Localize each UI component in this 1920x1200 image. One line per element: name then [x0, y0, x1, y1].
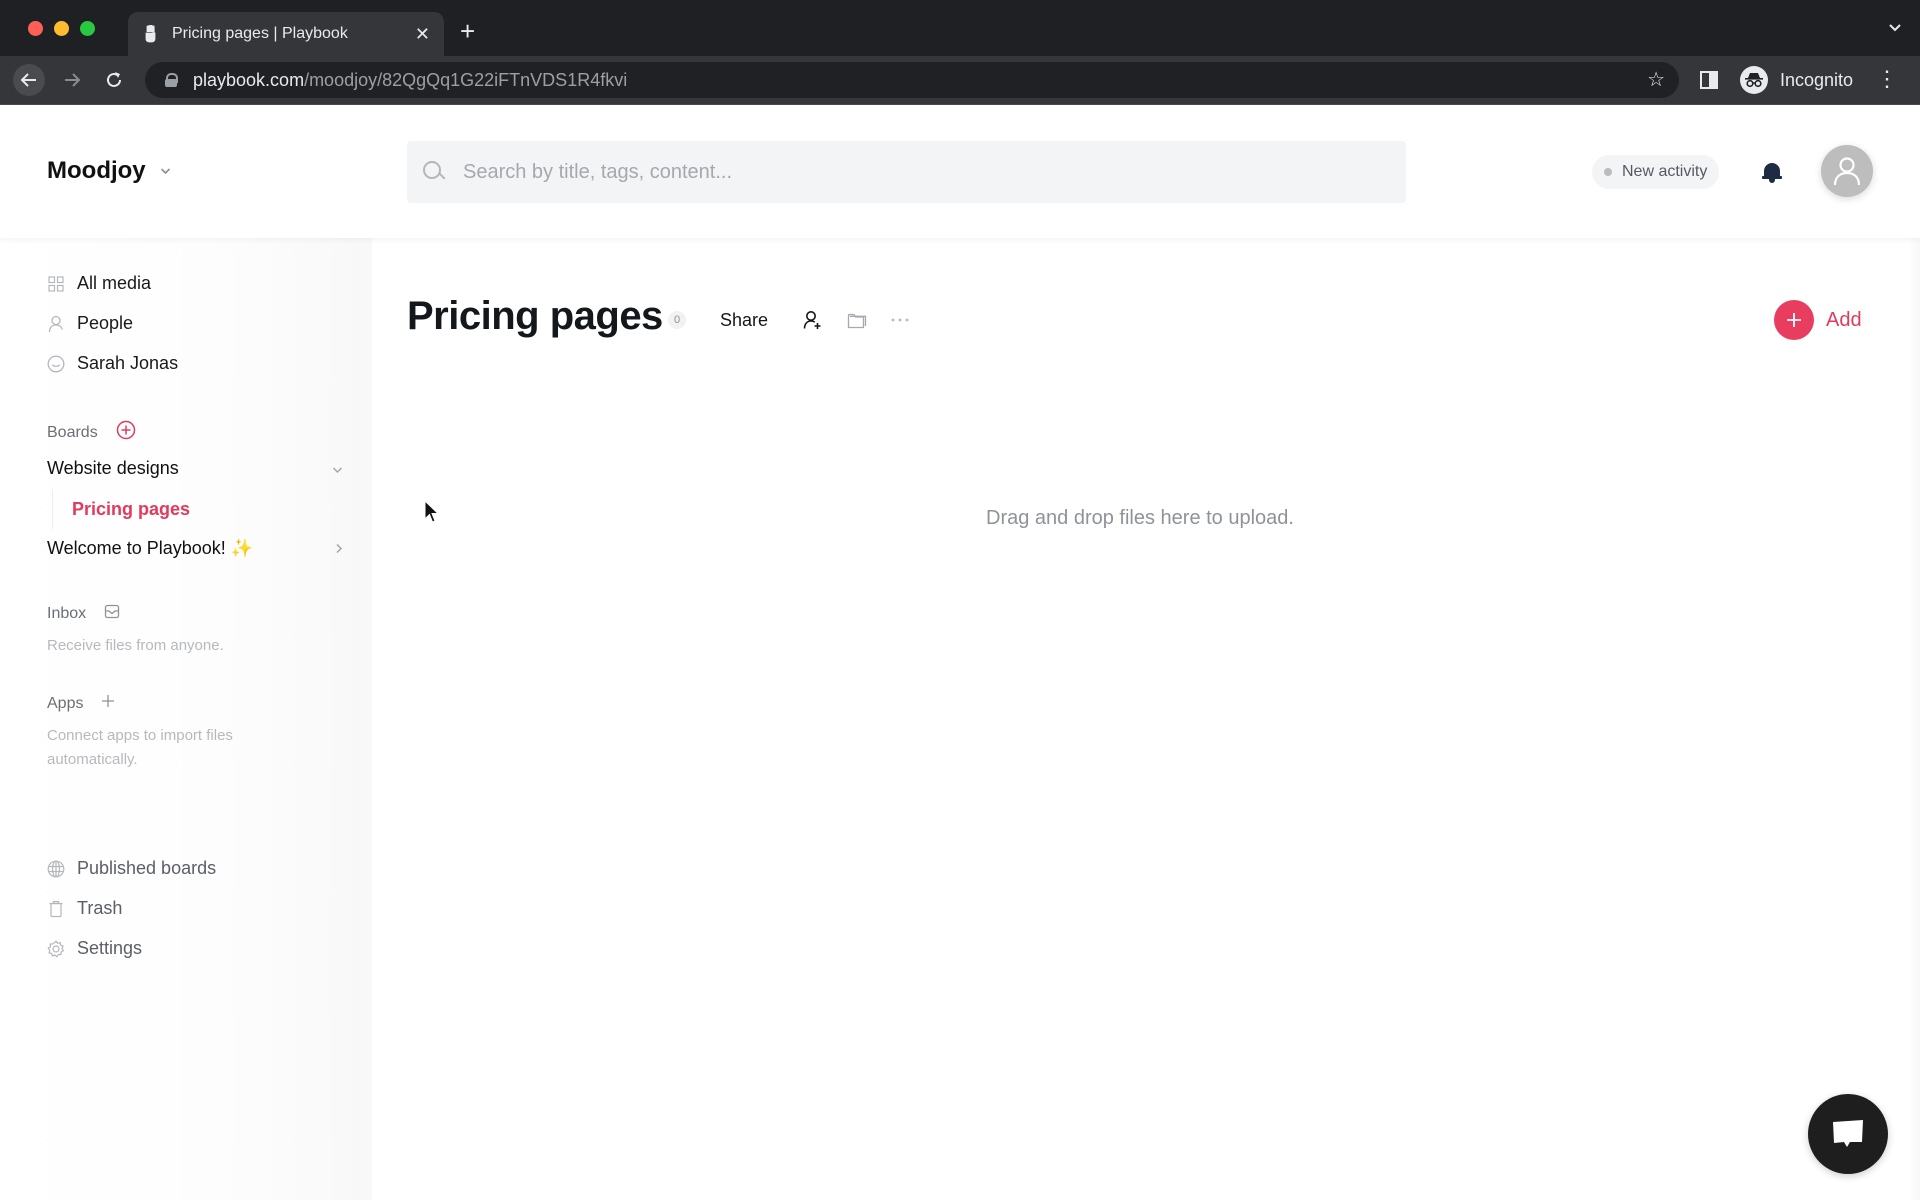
sidebar-item-sarah-jonas[interactable]: Sarah Jonas — [47, 353, 178, 374]
tab-strip: Pricing pages | Playbook ✕ + — [0, 0, 1920, 56]
chevron-down-icon — [160, 164, 171, 178]
trash-icon — [47, 900, 65, 918]
board-label: Pricing pages — [72, 498, 191, 519]
window-zoom-button[interactable] — [80, 21, 95, 36]
address-bar[interactable]: playbook.com/moodjoy/82QgQq1G22iFTnVDS1R… — [145, 62, 1679, 98]
drop-zone-hint: Drag and drop files here to upload. — [986, 507, 1294, 529]
new-activity-button[interactable]: New activity — [1592, 155, 1720, 189]
board-content[interactable]: Pricing pages 0 Share Add Drag and drop … — [372, 238, 1920, 1200]
folder-icon[interactable] — [845, 308, 869, 332]
item-count-badge: 0 — [668, 311, 686, 329]
sidebar-item-published-boards[interactable]: Published boards — [47, 858, 216, 879]
bell-icon[interactable] — [1762, 161, 1782, 183]
chevron-down-icon[interactable] — [1888, 20, 1902, 38]
arrow-right-icon[interactable] — [56, 64, 88, 96]
browser-tab-active[interactable]: Pricing pages | Playbook ✕ — [128, 12, 444, 56]
more-horizontal-icon[interactable] — [888, 308, 912, 332]
arrow-left-icon[interactable] — [13, 64, 45, 96]
kebab-menu-icon[interactable]: ⋮ — [1876, 66, 1898, 92]
sidebar-item-trash[interactable]: Trash — [47, 898, 122, 919]
chevron-right-icon[interactable] — [335, 541, 343, 557]
search-icon — [423, 161, 445, 183]
app-header: Moodjoy Search by title, tags, content..… — [0, 105, 1920, 238]
new-activity-label: New activity — [1622, 163, 1708, 180]
board-label: Website designs — [47, 458, 179, 478]
search-input[interactable]: Search by title, tags, content... — [407, 141, 1406, 203]
incognito-profile-button[interactable]: Incognito — [1736, 62, 1867, 98]
sidebar-item-label: Published boards — [77, 858, 217, 878]
browser-chrome: Pricing pages | Playbook ✕ + playbook.co… — [0, 0, 1920, 105]
apps-section-header: Apps — [47, 694, 115, 713]
user-avatar-icon — [1833, 157, 1861, 186]
sidebar-item-all-media[interactable]: All media — [47, 273, 151, 294]
tab-title: Pricing pages | Playbook — [172, 25, 348, 42]
url-host: playbook.com — [193, 69, 305, 90]
user-avatar[interactable] — [1821, 145, 1873, 197]
add-button[interactable]: Add — [1774, 300, 1862, 340]
plus-icon[interactable]: + — [460, 16, 475, 46]
add-app-icon[interactable] — [101, 694, 115, 713]
activity-status-dot — [1604, 168, 1612, 176]
apps-description: Connect apps to import files automatical… — [47, 727, 233, 768]
boards-section-header: Boards — [47, 420, 136, 445]
inbox-section-header: Inbox — [47, 604, 120, 624]
person-icon — [47, 315, 65, 333]
close-icon[interactable]: ✕ — [415, 24, 430, 45]
board-label: Welcome to Playbook! ✨ — [47, 538, 254, 558]
workspace-name: Moodjoy — [47, 157, 146, 184]
sidebar-item-label: All media — [77, 273, 152, 293]
gear-icon — [47, 939, 65, 958]
page-title: Pricing pages — [407, 294, 663, 338]
sidebar-item-label: Trash — [77, 898, 123, 918]
sidebar-item-people[interactable]: People — [47, 313, 133, 334]
chat-launcher-button[interactable] — [1808, 1094, 1888, 1174]
plus-icon — [1774, 300, 1814, 340]
sidebar-item-label: People — [77, 313, 134, 333]
star-icon[interactable]: ☆ — [1647, 67, 1665, 92]
playbook-hand-icon — [142, 25, 160, 43]
chevron-down-icon[interactable] — [332, 461, 343, 477]
incognito-icon — [1740, 66, 1768, 94]
sidebar-item-label: Sarah Jonas — [77, 353, 179, 373]
profile-label: Incognito — [1780, 69, 1854, 90]
grid-icon — [47, 275, 65, 293]
sidebar-item-label: Settings — [77, 938, 143, 958]
globe-icon — [47, 860, 65, 878]
lock-icon[interactable] — [165, 73, 178, 87]
window-close-button[interactable] — [28, 21, 43, 36]
board-website-designs[interactable]: Website designs — [47, 458, 343, 479]
sidebar: All media People Sarah Jonas Boards Webs… — [0, 238, 372, 1200]
reload-icon[interactable] — [98, 64, 130, 96]
share-button[interactable]: Share — [720, 310, 768, 331]
add-person-icon[interactable] — [800, 308, 824, 332]
add-label: Add — [1826, 308, 1862, 331]
smiley-icon — [47, 355, 65, 373]
board-pricing-pages[interactable]: Pricing pages — [52, 489, 190, 529]
boards-label: Boards — [47, 423, 98, 441]
inbox-icon[interactable] — [104, 604, 120, 624]
board-welcome-to-playbook[interactable]: Welcome to Playbook! ✨ — [47, 538, 343, 559]
search-placeholder: Search by title, tags, content... — [463, 160, 733, 183]
url-path: /moodjoy/82QgQq1G22iFTnVDS1R4fkvi — [304, 69, 628, 90]
chat-bubble-icon — [1833, 1120, 1863, 1147]
inbox-label: Inbox — [47, 605, 87, 622]
panel-edge-shadow — [1908, 238, 1920, 1200]
add-board-icon[interactable] — [116, 420, 136, 445]
browser-toolbar: playbook.com/moodjoy/82QgQq1G22iFTnVDS1R… — [0, 56, 1920, 105]
sidebar-item-settings[interactable]: Settings — [47, 938, 142, 959]
side-panel-icon[interactable] — [1700, 71, 1718, 89]
inbox-description: Receive files from anyone. — [47, 637, 224, 654]
workspace-switcher[interactable]: Moodjoy — [47, 157, 171, 185]
window-minimize-button[interactable] — [54, 21, 69, 36]
apps-label: Apps — [47, 694, 84, 712]
